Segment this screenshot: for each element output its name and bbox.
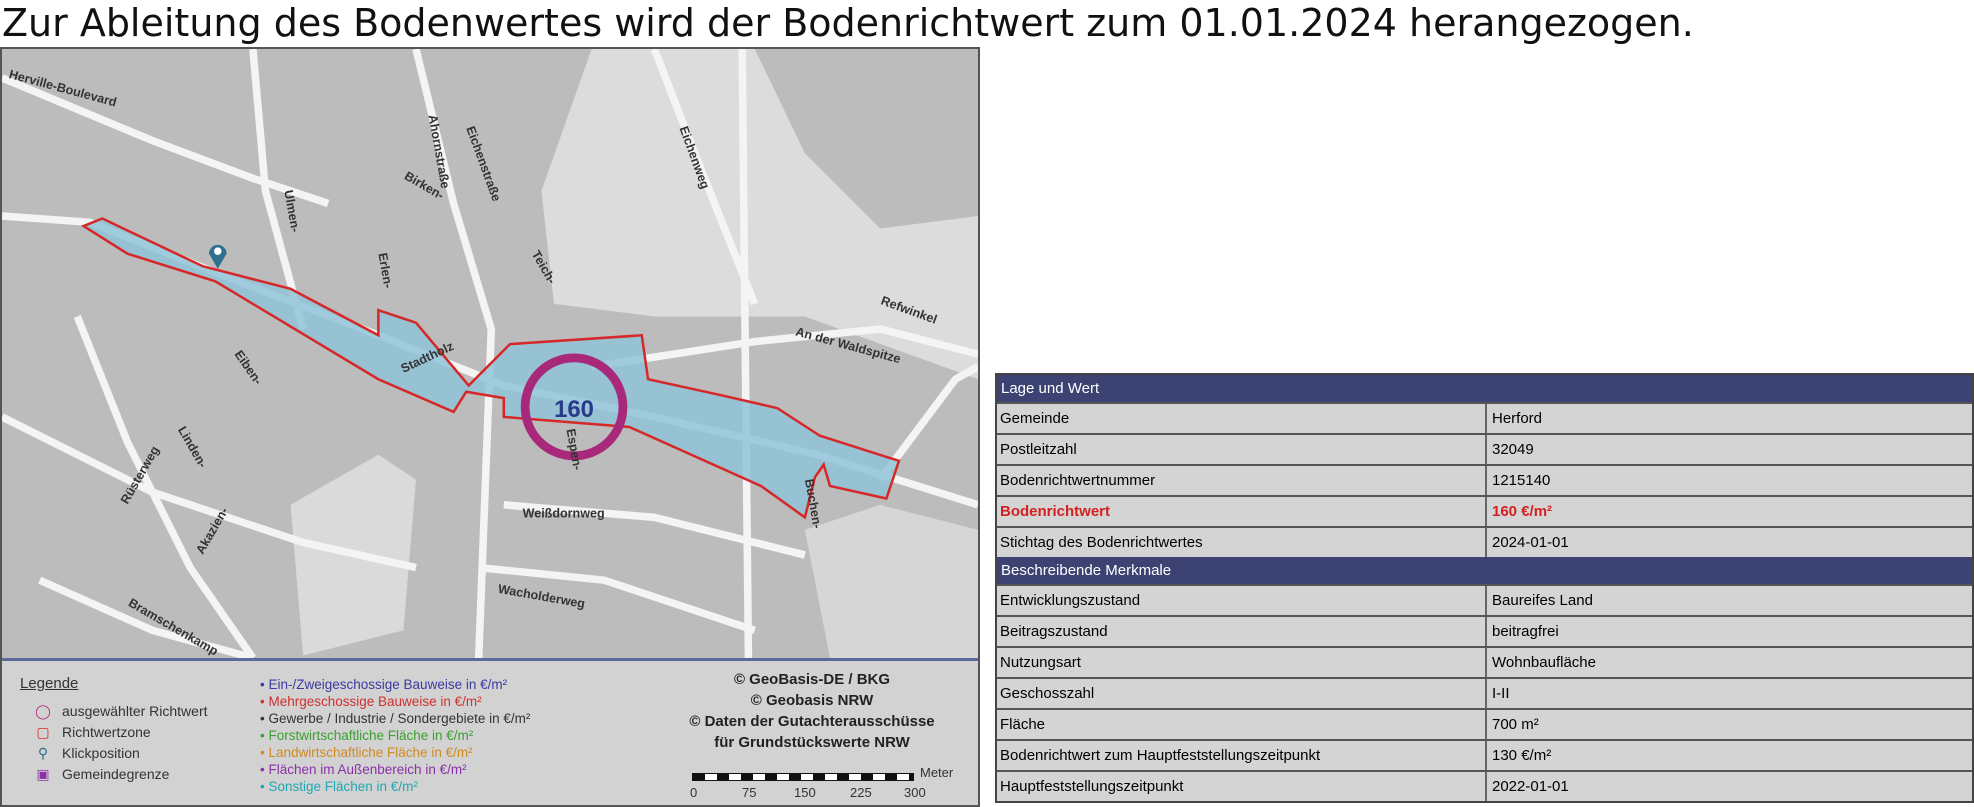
table-row: Nutzungsart Wohnbaufläche <box>997 648 1972 679</box>
zone-value-label: 160 <box>554 396 594 423</box>
land-value-map[interactable]: 160 Herville-Boulevard Stadtholz Birken-… <box>0 47 980 807</box>
row-value: beitragfrei <box>1492 623 1559 640</box>
open-area <box>804 504 978 658</box>
row-key: Gemeinde <box>997 404 1487 433</box>
legend-category: • Mehrgeschossige Bauweise in €/m² <box>260 694 482 709</box>
map-canvas[interactable]: 160 Herville-Boulevard Stadtholz Birken-… <box>2 49 978 658</box>
bodenrichtwert-table: Lage und Wert Gemeinde Herford Postleitzah… <box>995 373 1974 803</box>
row-value: 2022-01-01 <box>1492 778 1569 795</box>
section-header: Beschreibende Merkmale <box>997 557 1972 586</box>
row-value: 32049 <box>1492 441 1534 458</box>
row-value: 2024-01-01 <box>1492 534 1569 551</box>
map-legend: Legende ◯ ausgewählter Richtwert ▢ Richtwe… <box>2 658 978 805</box>
scale-unit: Meter <box>920 765 954 780</box>
legend-item: ⚲ Klickposition <box>34 745 140 762</box>
copyright-line: © Geobasis NRW <box>750 692 874 709</box>
legend-category: • Gewerbe / Industrie / Sondergebiete in… <box>260 711 531 726</box>
legend-category: • Forstwirtschaftliche Fläche in €/m² <box>260 728 474 743</box>
table-row: Bodenrichtwertnummer 1215140 <box>997 466 1972 497</box>
page-heading: Zur Ableitung des Bodenwertes wird der B… <box>2 1 1694 45</box>
legend-title: Legende <box>20 675 79 692</box>
table-row: Bodenrichtwert 160 €/m² <box>997 497 1972 528</box>
scale-tick: 150 <box>794 785 816 800</box>
row-value: 700 m² <box>1492 716 1539 733</box>
row-value: 160 €/m² <box>1492 503 1553 520</box>
svg-text:Weißdornweg: Weißdornweg <box>523 506 605 520</box>
row-value: Baureifes Land <box>1492 592 1593 609</box>
map-pin-icon: ⚲ <box>37 745 49 761</box>
square-filled-icon: ▣ <box>36 766 50 782</box>
square-outline-icon: ▢ <box>36 724 50 740</box>
row-key: Fläche <box>997 710 1487 739</box>
scale-bar <box>692 773 914 781</box>
table-row: Entwicklungszustand Baureifes Land <box>997 586 1972 617</box>
row-value: 1215140 <box>1492 472 1551 489</box>
circle-outline-icon: ◯ <box>35 703 51 719</box>
copyright-line: © GeoBasis-DE / BKG <box>733 671 891 688</box>
row-key: Beitragszustand <box>997 617 1487 646</box>
table-row: Stichtag des Bodenrichtwertes 2024-01-01 <box>997 528 1972 557</box>
row-key: Bodenrichtwert <box>997 497 1487 526</box>
row-key: Bodenrichtwert zum Hauptfeststellungszei… <box>997 741 1487 770</box>
scale-tick: 225 <box>850 785 872 800</box>
legend-item: ◯ ausgewählter Richtwert <box>35 703 208 719</box>
row-value: Wohnbaufläche <box>1492 654 1596 671</box>
scale-tick: 0 <box>690 785 698 800</box>
row-key: Bodenrichtwertnummer <box>997 466 1487 495</box>
row-key: Nutzungsart <box>997 648 1487 677</box>
legend-category: • Flächen im Außenbereich in €/m² <box>260 762 467 777</box>
table-row: Fläche 700 m² <box>997 710 1972 741</box>
row-key: Hauptfeststellungszeitpunkt <box>997 772 1487 801</box>
row-value: I-II <box>1492 685 1510 702</box>
row-key: Stichtag des Bodenrichtwertes <box>997 528 1487 557</box>
table-row: Gemeinde Herford <box>997 404 1972 435</box>
copyright-line: für Grundstückswerte NRW <box>714 734 910 751</box>
row-key: Postleitzahl <box>997 435 1487 464</box>
legend-category: • Sonstige Flächen in €/m² <box>260 779 418 794</box>
row-key: Geschosszahl <box>997 679 1487 708</box>
row-value: Herford <box>1492 410 1543 427</box>
legend-item: ▣ Gemeindegrenze <box>34 766 169 783</box>
row-value: 130 €/m² <box>1492 747 1552 764</box>
table-row: Beitragszustand beitragfrei <box>997 617 1972 648</box>
table-row: Geschosszahl I-II <box>997 679 1972 710</box>
scale-tick: 300 <box>904 785 926 800</box>
legend-category: • Ein-/Zweigeschossige Bauweise in €/m² <box>260 677 508 692</box>
copyright-line: © Daten der Gutachterausschüsse <box>689 713 935 730</box>
scale-tick: 75 <box>742 785 757 800</box>
section-header: Lage und Wert <box>997 375 1972 404</box>
row-key: Entwicklungszustand <box>997 586 1487 615</box>
legend-item: ▢ Richtwertzone <box>34 724 150 741</box>
table-row: Bodenrichtwert zum Hauptfeststellungszei… <box>997 741 1972 772</box>
legend-category: • Landwirtschaftliche Fläche in €/m² <box>260 745 473 760</box>
table-row: Postleitzahl 32049 <box>997 435 1972 466</box>
table-row: Hauptfeststellungszeitpunkt 2022-01-01 <box>997 772 1972 801</box>
